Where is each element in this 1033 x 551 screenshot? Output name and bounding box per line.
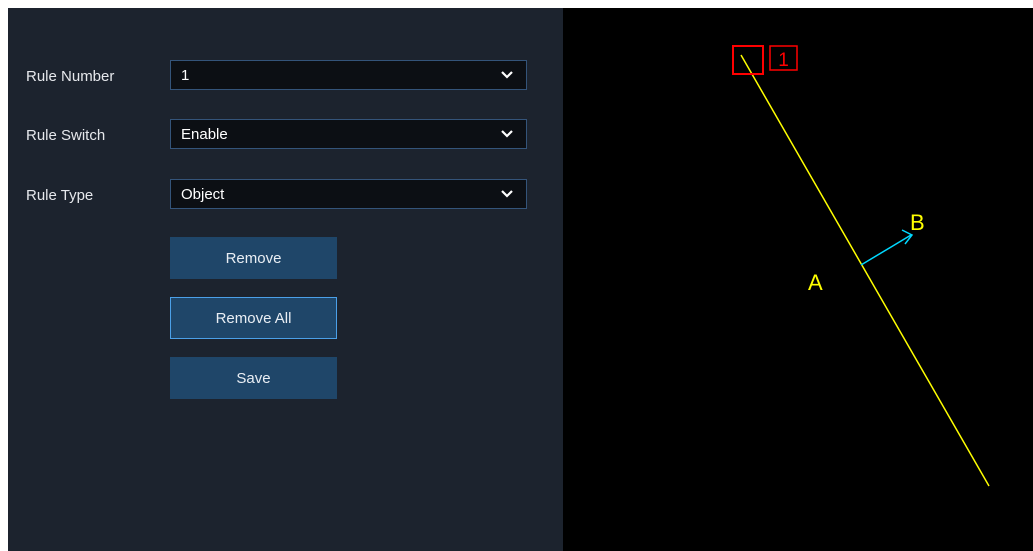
rule-overlay[interactable]: 1 B A <box>563 8 1033 551</box>
rule-id-text: 1 <box>778 50 789 71</box>
chevron-down-icon <box>501 71 513 79</box>
settings-panel: Rule Number 1 Rule Switch Enable Rule Ty… <box>8 8 563 551</box>
chevron-down-icon <box>501 130 513 138</box>
point-a-label: A <box>808 270 823 295</box>
direction-arrow-icon[interactable] <box>860 234 912 266</box>
rule-number-label: Rule Number <box>26 68 115 85</box>
rule-number-row: Rule Number 1 <box>8 60 563 90</box>
rule-switch-value: Enable <box>181 126 228 143</box>
remove-all-button[interactable]: Remove All <box>170 297 337 339</box>
save-button[interactable]: Save <box>170 357 337 399</box>
remove-button[interactable]: Remove <box>170 237 337 279</box>
handle-square-icon[interactable] <box>732 45 764 75</box>
rule-switch-select[interactable]: Enable <box>170 119 527 149</box>
point-b-label: B <box>910 210 925 235</box>
rule-type-row: Rule Type Object <box>8 179 563 209</box>
rule-number-select[interactable]: 1 <box>170 60 527 90</box>
rule-switch-row: Rule Switch Enable <box>8 119 563 149</box>
rule-number-value: 1 <box>181 67 190 84</box>
tripwire-line[interactable] <box>740 54 990 487</box>
rule-switch-label: Rule Switch <box>26 127 106 144</box>
rule-type-label: Rule Type <box>26 187 94 204</box>
video-preview[interactable]: 1 B A <box>563 8 1033 551</box>
chevron-down-icon <box>501 190 513 198</box>
rule-type-value: Object <box>181 186 225 203</box>
rule-type-select[interactable]: Object <box>170 179 527 209</box>
